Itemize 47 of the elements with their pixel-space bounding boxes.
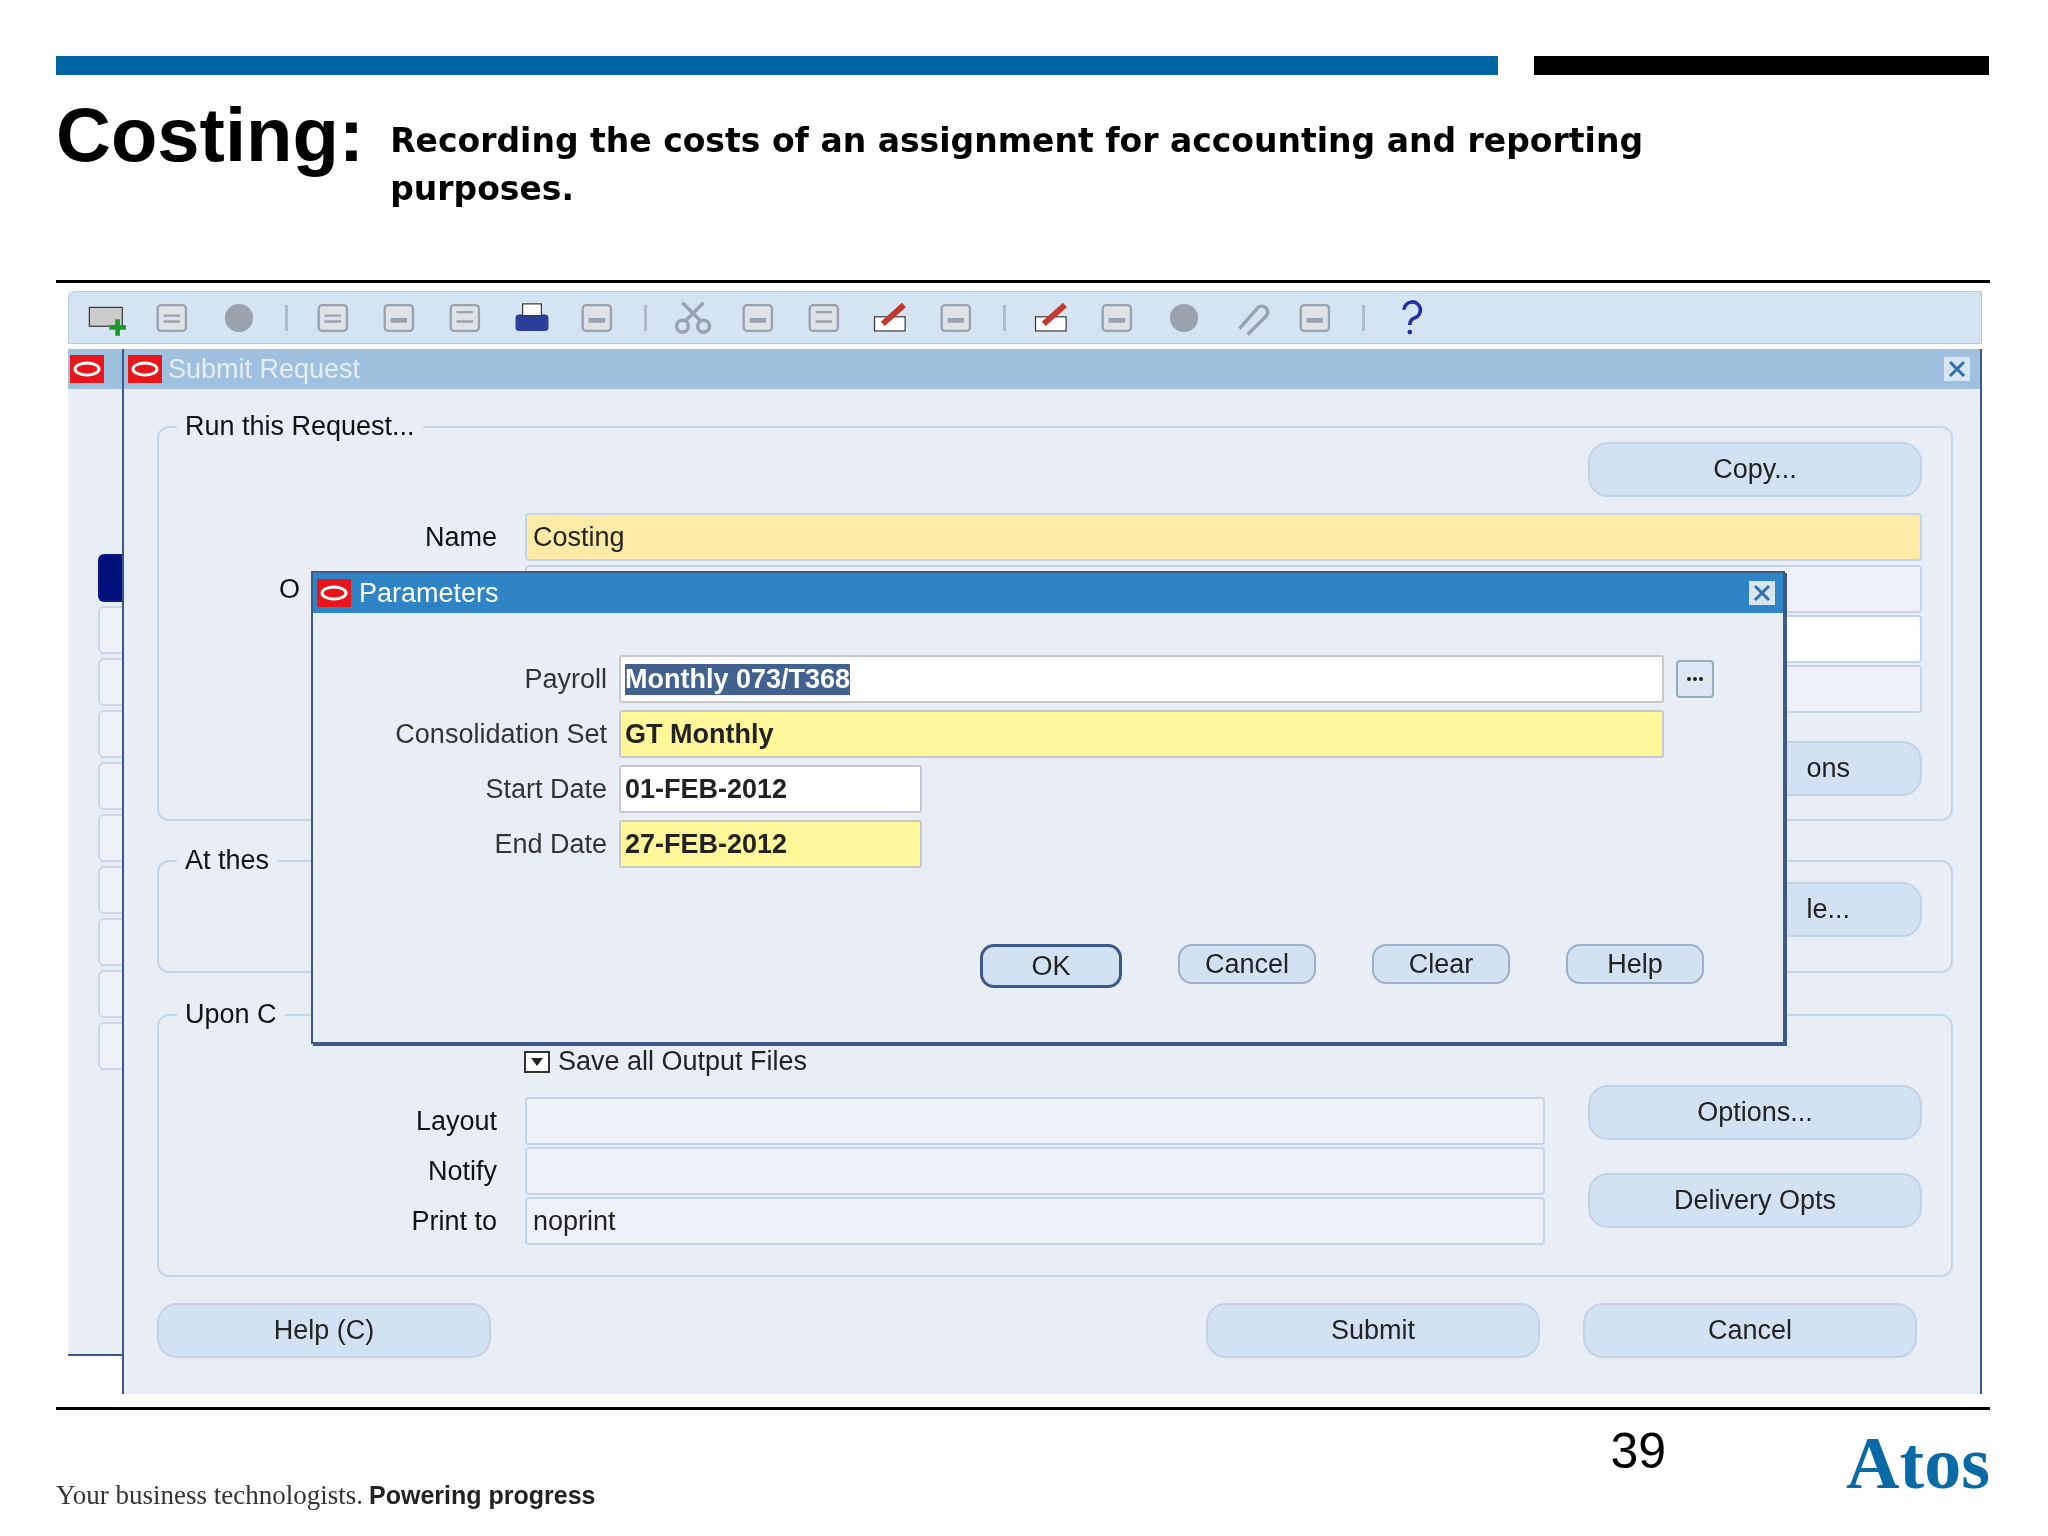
footer-button[interactable]: Cancel [1583, 1303, 1917, 1358]
group-legend: Upon C [177, 999, 285, 1030]
company-logo: Atos [1846, 1426, 1990, 1500]
group-legend: At thes [177, 845, 278, 876]
input-field[interactable]: GT Monthly [619, 710, 1664, 758]
field-label: End Date [493, 828, 607, 860]
field-label: Payroll [523, 663, 607, 695]
oracle-logo-icon [128, 355, 162, 383]
checkbox-label: Save all Output Files [558, 1046, 808, 1077]
list-button[interactable] [1676, 660, 1714, 698]
input-field[interactable]: 01-FEB-2012 [619, 765, 922, 813]
window-title: Submit Request [168, 353, 361, 385]
input-field[interactable]: 27-FEB-2012 [619, 820, 922, 868]
field-label: Print to [411, 1205, 497, 1237]
close-icon[interactable] [1944, 357, 1970, 381]
field-label: Notify [427, 1155, 497, 1187]
ellipsis-icon [1686, 677, 1704, 681]
dialog-button[interactable]: Clear [1372, 944, 1510, 984]
field-label: Name [424, 521, 497, 553]
checkbox[interactable] [524, 1050, 550, 1073]
field-label: Layout [415, 1105, 497, 1137]
input-field[interactable] [525, 1097, 1545, 1145]
close-icon[interactable] [1749, 581, 1775, 605]
dialog-button[interactable]: Cancel [1178, 944, 1316, 984]
slide-subtitle: Recording the costs of an assignment for accounting and reporting purposes. [390, 120, 1644, 210]
input-field[interactable] [525, 1147, 1545, 1195]
dialog-button[interactable]: OK [980, 944, 1122, 988]
tagline-slogan: Powering progress [369, 1481, 596, 1510]
group-legend: Run this Request... [177, 411, 423, 442]
side-tab[interactable] [98, 554, 122, 602]
field-label: Start Date [484, 773, 607, 805]
input-field[interactable]: Monthly 073/T368 [619, 655, 1664, 703]
field-label: Consolidation Set [394, 718, 607, 750]
option-button[interactable]: Options... [1588, 1085, 1922, 1140]
copy-button[interactable]: Copy... [1588, 442, 1922, 497]
option-button[interactable]: Delivery Opts [1588, 1173, 1922, 1228]
oracle-logo-icon [70, 355, 104, 383]
dialog-title: Parameters [359, 577, 499, 609]
tagline: Your business technologists. [56, 1480, 364, 1511]
footer-button[interactable]: Help (C) [157, 1303, 491, 1358]
oracle-logo-icon [317, 579, 351, 607]
name-field[interactable]: Costing [525, 513, 1922, 561]
dialog-button[interactable]: Help [1566, 944, 1704, 984]
input-field[interactable]: noprint [525, 1197, 1545, 1245]
footer-button[interactable]: Submit [1206, 1303, 1540, 1358]
page-number: 39 [1610, 1422, 1667, 1480]
field-label: O [279, 573, 300, 605]
